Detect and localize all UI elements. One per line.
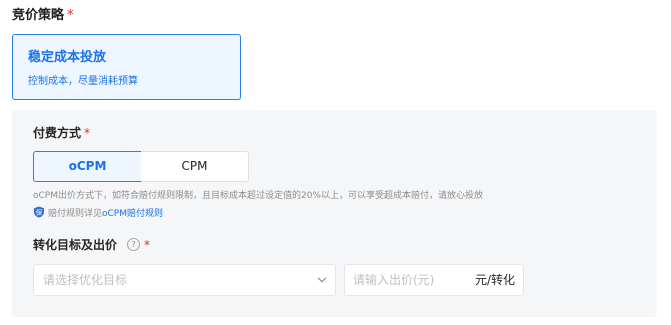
required-mark: *	[67, 8, 74, 23]
bid-settings-page: 竞价策略 * 稳定成本投放 控制成本，尽量消耗预算 付费方式 * oCPM CPM …	[0, 0, 671, 325]
svg-text:保: 保	[36, 207, 43, 216]
strategy-option-stable-cost[interactable]: 稳定成本投放 控制成本，尽量消耗预算	[12, 34, 241, 100]
compensation-rule-row: 保 赔付规则详见 oCPM赔付规则	[33, 205, 163, 219]
shield-icon: 保	[34, 206, 44, 218]
payment-method-label-text: 付费方式	[33, 126, 82, 140]
bid-unit: 元/转化	[474, 273, 515, 287]
required-mark: *	[84, 126, 91, 140]
bid-input-group: 元/转化	[344, 264, 524, 296]
payment-option-ocpm[interactable]: oCPM	[33, 151, 142, 182]
required-mark: *	[144, 238, 150, 252]
strategy-option-subtitle: 控制成本，尽量消耗预算	[28, 76, 138, 87]
payment-description: oCPM出价方式下，如符合赔付规则限制，且目标成本超过设定值的20%以上，可以享…	[33, 191, 483, 201]
strategy-option-title: 稳定成本投放	[28, 50, 107, 65]
chevron-down-icon	[317, 277, 327, 283]
rule-prefix-text: 赔付规则详见	[48, 208, 103, 219]
payment-option-cpm[interactable]: CPM	[141, 151, 249, 182]
payment-method-label: 付费方式 *	[33, 125, 90, 141]
help-circle-icon[interactable]: ?	[127, 238, 140, 251]
conversion-label: 转化目标及出价	[33, 238, 118, 252]
optimization-target-select[interactable]: 请选择优化目标	[33, 264, 336, 296]
bidding-strategy-label: 竞价策略 *	[12, 7, 74, 25]
bid-input[interactable]	[353, 271, 463, 289]
bidding-strategy-label-text: 竞价策略	[12, 8, 65, 23]
optimization-target-placeholder: 请选择优化目标	[43, 273, 128, 287]
ocpm-rule-link[interactable]: oCPM赔付规则	[102, 206, 163, 219]
